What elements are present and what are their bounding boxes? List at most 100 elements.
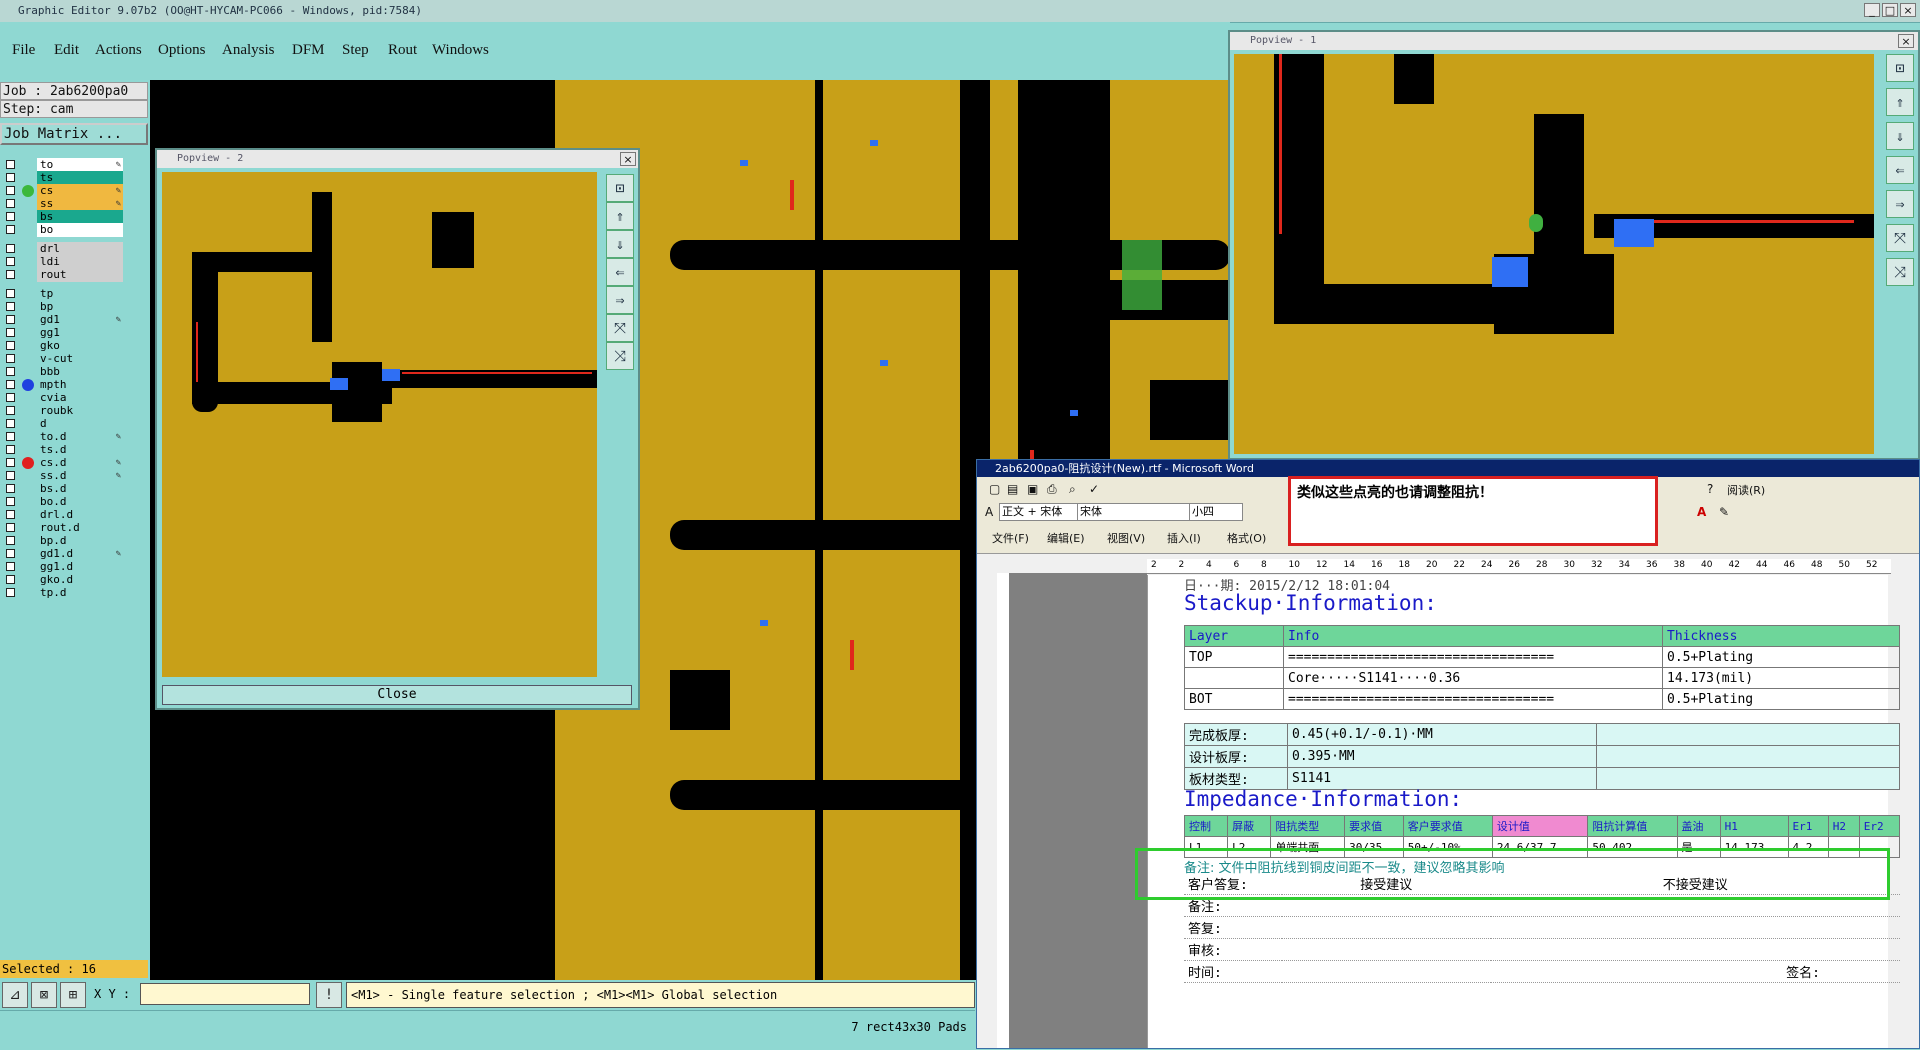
- font-color-icon[interactable]: A: [1697, 505, 1706, 519]
- layer-name[interactable]: bs.d: [37, 482, 123, 496]
- menu-options[interactable]: Options: [158, 42, 206, 59]
- layer-checkbox[interactable]: [6, 315, 15, 324]
- layer-name[interactable]: roubk: [37, 404, 123, 418]
- layer-row[interactable]: cs.d ✎: [4, 456, 123, 470]
- layer-name[interactable]: bp.d: [37, 534, 123, 548]
- layer-row[interactable]: rout.d: [4, 521, 123, 535]
- layer-name[interactable]: rout.d: [37, 521, 123, 535]
- layer-name[interactable]: mpth: [37, 378, 123, 392]
- menu-step[interactable]: Step: [342, 42, 369, 59]
- layer-name[interactable]: ss ✎: [37, 197, 123, 211]
- highlight-icon[interactable]: ✎: [1719, 505, 1729, 519]
- layer-checkbox[interactable]: [6, 270, 15, 279]
- layer-row[interactable]: v-cut: [4, 352, 123, 366]
- layer-checkbox[interactable]: [6, 225, 15, 234]
- layer-name[interactable]: ldi: [37, 255, 123, 269]
- layer-row[interactable]: tp: [4, 287, 123, 301]
- layer-checkbox[interactable]: [6, 510, 15, 519]
- word-menu-file[interactable]: 文件(F): [992, 530, 1029, 546]
- preview-icon[interactable]: ⌕: [1069, 482, 1076, 497]
- layer-checkbox[interactable]: [6, 419, 15, 428]
- layer-name[interactable]: rout: [37, 268, 123, 282]
- save-icon[interactable]: ▣: [1027, 482, 1038, 496]
- layer-name[interactable]: bo: [37, 223, 123, 237]
- layer-row[interactable]: to ✎: [4, 158, 123, 172]
- layer-row[interactable]: ts: [4, 171, 123, 185]
- grid-icon[interactable]: ⊞: [60, 982, 86, 1008]
- styles-icon[interactable]: A: [985, 505, 993, 519]
- layer-name[interactable]: ts.d: [37, 443, 123, 457]
- layer-checkbox[interactable]: [6, 406, 15, 415]
- pan-up-button[interactable]: ⇑: [606, 202, 634, 230]
- menu-rout[interactable]: Rout: [388, 42, 417, 59]
- layer-checkbox[interactable]: [6, 432, 15, 441]
- layer-name[interactable]: gd1.d ✎: [37, 547, 123, 561]
- layer-checkbox[interactable]: [6, 212, 15, 221]
- layer-checkbox[interactable]: [6, 367, 15, 376]
- layer-checkbox[interactable]: [6, 497, 15, 506]
- p1-pan-left-button[interactable]: ⇐: [1886, 156, 1914, 184]
- p1-zoom-in-button[interactable]: ⤧: [1886, 224, 1914, 252]
- menu-dfm[interactable]: DFM: [292, 42, 325, 59]
- measure-icon[interactable]: ⊠: [31, 982, 57, 1008]
- layer-checkbox[interactable]: [6, 484, 15, 493]
- layer-checkbox[interactable]: [6, 393, 15, 402]
- layer-row[interactable]: cvia: [4, 391, 123, 405]
- layer-row[interactable]: tp.d: [4, 586, 123, 600]
- print-icon[interactable]: ⎙: [1047, 482, 1057, 497]
- menu-edit[interactable]: Edit: [54, 42, 79, 59]
- layer-checkbox[interactable]: [6, 160, 15, 169]
- layer-row[interactable]: cs ✎: [4, 184, 123, 198]
- layer-checkbox[interactable]: [6, 445, 15, 454]
- layer-row[interactable]: ldi: [4, 255, 123, 269]
- menu-file[interactable]: File: [12, 42, 35, 59]
- layer-row[interactable]: gko: [4, 339, 123, 353]
- layer-name[interactable]: tp: [37, 287, 123, 301]
- layer-checkbox[interactable]: [6, 458, 15, 467]
- layer-name[interactable]: cs ✎: [37, 184, 123, 198]
- layer-row[interactable]: drl: [4, 242, 123, 256]
- help-icon[interactable]: ?: [1707, 482, 1713, 496]
- layer-checkbox[interactable]: [6, 354, 15, 363]
- info-icon[interactable]: !: [316, 982, 342, 1008]
- layer-checkbox[interactable]: [6, 173, 15, 182]
- p1-zoom-out-button[interactable]: ⤨: [1886, 258, 1914, 286]
- layer-checkbox[interactable]: [6, 328, 15, 337]
- layer-row[interactable]: bbb: [4, 365, 123, 379]
- layer-checkbox[interactable]: [6, 380, 15, 389]
- layer-name[interactable]: cs.d ✎: [37, 456, 123, 470]
- spell-icon[interactable]: ✓: [1089, 482, 1099, 496]
- layer-name[interactable]: v-cut: [37, 352, 123, 366]
- layer-row[interactable]: gko.d: [4, 573, 123, 587]
- layer-name[interactable]: tp.d: [37, 586, 123, 600]
- layer-row[interactable]: ts.d: [4, 443, 123, 457]
- pan-left-button[interactable]: ⇐: [606, 258, 634, 286]
- menu-windows[interactable]: Windows: [432, 42, 489, 59]
- layer-name[interactable]: bbb: [37, 365, 123, 379]
- p1-pan-up-button[interactable]: ⇑: [1886, 88, 1914, 116]
- popview-2-close-icon[interactable]: ×: [620, 152, 636, 166]
- layer-checkbox[interactable]: [6, 302, 15, 311]
- layer-checkbox[interactable]: [6, 471, 15, 480]
- layer-row[interactable]: drl.d: [4, 508, 123, 522]
- p1-pan-right-button[interactable]: ⇒: [1886, 190, 1914, 218]
- word-menu-view[interactable]: 视图(V): [1107, 530, 1145, 546]
- layer-row[interactable]: roubk: [4, 404, 123, 418]
- layer-name[interactable]: gko: [37, 339, 123, 353]
- layer-row[interactable]: to.d ✎: [4, 430, 123, 444]
- layer-row[interactable]: mpth: [4, 378, 123, 392]
- layer-name[interactable]: drl: [37, 242, 123, 256]
- zoom-fit-button[interactable]: ⊡: [606, 174, 634, 202]
- layer-name[interactable]: cvia: [37, 391, 123, 405]
- layer-name[interactable]: bo.d: [37, 495, 123, 509]
- layer-row[interactable]: bs.d: [4, 482, 123, 496]
- word-menu-format[interactable]: 格式(O): [1227, 530, 1266, 546]
- popview-close-button[interactable]: Close: [162, 685, 632, 705]
- zoom-out-button[interactable]: ⤨: [606, 342, 634, 370]
- layer-row[interactable]: bo.d: [4, 495, 123, 509]
- layer-name[interactable]: to.d ✎: [37, 430, 123, 444]
- layer-row[interactable]: gg1.d: [4, 560, 123, 574]
- pan-down-button[interactable]: ⇓: [606, 230, 634, 258]
- new-doc-icon[interactable]: ▢: [989, 482, 1000, 496]
- popview-1-close-icon[interactable]: ×: [1898, 34, 1914, 48]
